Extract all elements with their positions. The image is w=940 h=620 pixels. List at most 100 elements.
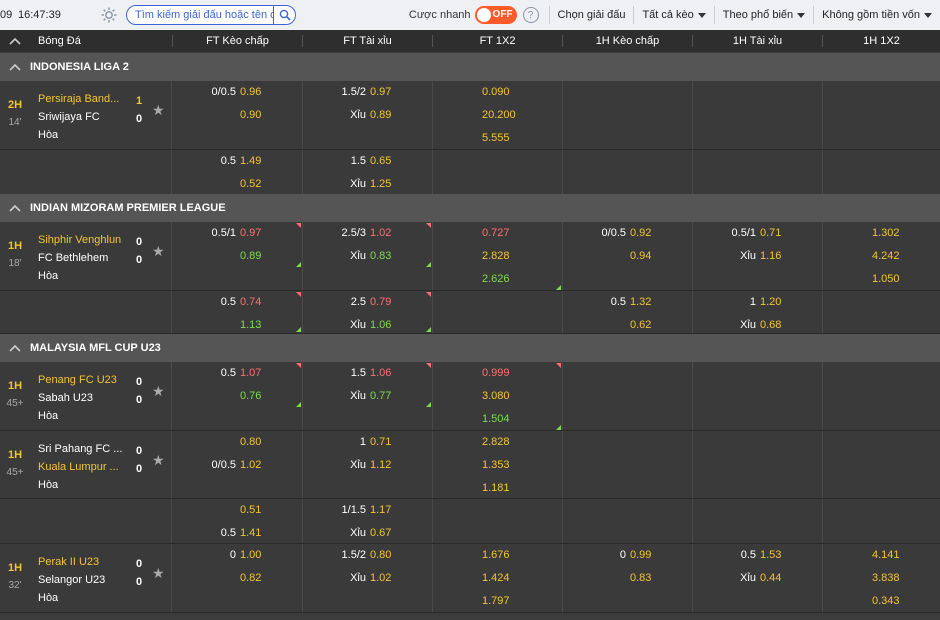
odds-value[interactable]: 1.16 — [760, 250, 781, 262]
odds-value[interactable]: 0.90 — [240, 109, 261, 121]
odds-value[interactable]: 0.97 — [370, 86, 391, 98]
odds-value[interactable]: 2.828 — [482, 250, 510, 262]
league-header[interactable]: INDONESIA LIGA 2 — [0, 53, 940, 81]
market-filter-dropdown[interactable]: Tất cả kèo — [634, 9, 713, 21]
column-divider — [692, 150, 693, 194]
odds-value[interactable]: 1.181 — [482, 482, 510, 494]
collapse-league-icon[interactable] — [0, 204, 30, 212]
odds-value[interactable]: 0.090 — [482, 86, 510, 98]
odds-value[interactable]: 3.080 — [482, 390, 510, 402]
odds-value[interactable]: 2.828 — [482, 436, 510, 448]
odds-value[interactable]: 1.676 — [482, 549, 510, 561]
odds-value[interactable]: 0.79 — [370, 296, 391, 308]
odds-value[interactable]: 5.555 — [482, 132, 510, 144]
odds-value[interactable]: 0.67 — [370, 527, 391, 539]
away-team[interactable]: Kuala Lumpur ... — [38, 461, 119, 473]
column-header: Bóng Đá FT Kèo chấp FT Tài xỉu FT 1X2 1H… — [0, 30, 940, 52]
odds-value[interactable]: 3.838 — [872, 572, 900, 584]
home-team[interactable]: Persiraja Band... — [38, 93, 119, 105]
quick-bet-toggle[interactable]: OFF — [474, 6, 517, 24]
odds-value[interactable]: 0.80 — [240, 436, 261, 448]
odds-value[interactable]: 0.44 — [760, 572, 781, 584]
search-icon[interactable] — [273, 6, 295, 24]
help-icon[interactable]: ? — [522, 7, 539, 23]
odds-value[interactable]: 0.89 — [370, 109, 391, 121]
away-team[interactable]: FC Bethlehem — [38, 252, 108, 264]
odds-value[interactable]: 1.17 — [370, 504, 391, 516]
odds-value[interactable]: 1.504 — [482, 413, 510, 425]
away-score: 0 — [136, 113, 143, 125]
odds-value[interactable]: 0.83 — [630, 572, 651, 584]
odds-value[interactable]: 1.06 — [370, 319, 391, 331]
odds-value[interactable]: 1.02 — [370, 572, 391, 584]
odds-value[interactable]: 1.07 — [240, 367, 261, 379]
odds-value[interactable]: 0.94 — [630, 250, 651, 262]
favorite-star-icon[interactable]: ★ — [152, 103, 166, 117]
odds-value[interactable]: 0.80 — [370, 549, 391, 561]
odds-value[interactable]: 1.02 — [370, 227, 391, 239]
odds-value[interactable]: 1.49 — [240, 155, 261, 167]
odds-value[interactable]: 0.76 — [240, 390, 261, 402]
odds-value[interactable]: 0.83 — [370, 250, 391, 262]
sort-dropdown[interactable]: Theo phổ biến — [715, 9, 813, 21]
odds-value[interactable]: 4.141 — [872, 549, 900, 561]
odds-value[interactable]: 1.20 — [760, 296, 781, 308]
odds-format-dropdown[interactable]: Không gồm tiền vốn — [814, 9, 940, 21]
away-team[interactable]: Sriwijaya FC — [38, 111, 100, 123]
odds-value[interactable]: 1.53 — [760, 549, 781, 561]
home-team[interactable]: Sri Pahang FC ... — [38, 443, 122, 455]
odds-value[interactable]: 0.92 — [630, 227, 651, 239]
odds-value[interactable]: 1.06 — [370, 367, 391, 379]
home-team[interactable]: Sihphir Venghlun — [38, 234, 121, 246]
odds-value[interactable]: 1.32 — [630, 296, 651, 308]
odds-value[interactable]: 0.89 — [240, 250, 261, 262]
away-team[interactable]: Sabah U23 — [38, 392, 93, 404]
collapse-league-icon[interactable] — [0, 344, 30, 352]
odds-value[interactable]: 0.68 — [760, 319, 781, 331]
collapse-league-icon[interactable] — [0, 63, 30, 71]
odds-value[interactable]: 1.25 — [370, 178, 391, 190]
odds-value[interactable]: 0.71 — [760, 227, 781, 239]
odds-value[interactable]: 0.62 — [630, 319, 651, 331]
odds-value[interactable]: 4.242 — [872, 250, 900, 262]
favorite-star-icon[interactable]: ★ — [152, 453, 166, 467]
home-team[interactable]: Penang FC U23 — [38, 374, 117, 386]
select-league-button[interactable]: Chọn giải đấu — [550, 9, 634, 21]
home-team[interactable]: Perak II U23 — [38, 556, 99, 568]
odds-value[interactable]: 2.626 — [482, 273, 510, 285]
odds-value[interactable]: 0.52 — [240, 178, 261, 190]
odds-value[interactable]: 0.99 — [630, 549, 651, 561]
theme-toggle-icon[interactable] — [98, 4, 120, 26]
odds-value[interactable]: 20.200 — [482, 109, 516, 121]
odds-value[interactable]: 1.02 — [240, 459, 261, 471]
odds-value[interactable]: 0.51 — [240, 504, 261, 516]
odds-value[interactable]: 1.13 — [240, 319, 261, 331]
odds-value[interactable]: 1.00 — [240, 549, 261, 561]
search-input[interactable]: Tìm kiếm giải đấu hoặc tên đội — [126, 5, 296, 25]
odds-value[interactable]: 0.999 — [482, 367, 510, 379]
odds-value[interactable]: 1.050 — [872, 273, 900, 285]
odds-value[interactable]: 0.77 — [370, 390, 391, 402]
away-team[interactable]: Selangor U23 — [38, 574, 105, 586]
odds-value[interactable]: 1.12 — [370, 459, 391, 471]
odds-value[interactable]: 0.727 — [482, 227, 510, 239]
odds-value[interactable]: 0.97 — [240, 227, 261, 239]
odds-value[interactable]: 0.82 — [240, 572, 261, 584]
odds-value[interactable]: 0.74 — [240, 296, 261, 308]
odds-value[interactable]: 1.797 — [482, 595, 510, 607]
odds-value[interactable]: 0.96 — [240, 86, 261, 98]
favorite-star-icon[interactable]: ★ — [152, 244, 166, 258]
league-header[interactable]: INDIAN MIZORAM PREMIER LEAGUE — [0, 194, 940, 222]
league-header[interactable]: MALAYSIA MFL CUP U23 — [0, 334, 940, 362]
odds-value[interactable]: 1.41 — [240, 527, 261, 539]
favorite-star-icon[interactable]: ★ — [152, 566, 166, 580]
favorite-star-icon[interactable]: ★ — [152, 384, 166, 398]
odds-value[interactable]: 0.65 — [370, 155, 391, 167]
collapse-all-icon[interactable] — [0, 37, 30, 45]
odds-value[interactable]: 1.353 — [482, 459, 510, 471]
odds-value[interactable]: 0.343 — [872, 595, 900, 607]
odds-value[interactable]: 0.71 — [370, 436, 391, 448]
home-score: 0 — [136, 376, 143, 388]
odds-value[interactable]: 1.302 — [872, 227, 900, 239]
odds-value[interactable]: 1.424 — [482, 572, 510, 584]
